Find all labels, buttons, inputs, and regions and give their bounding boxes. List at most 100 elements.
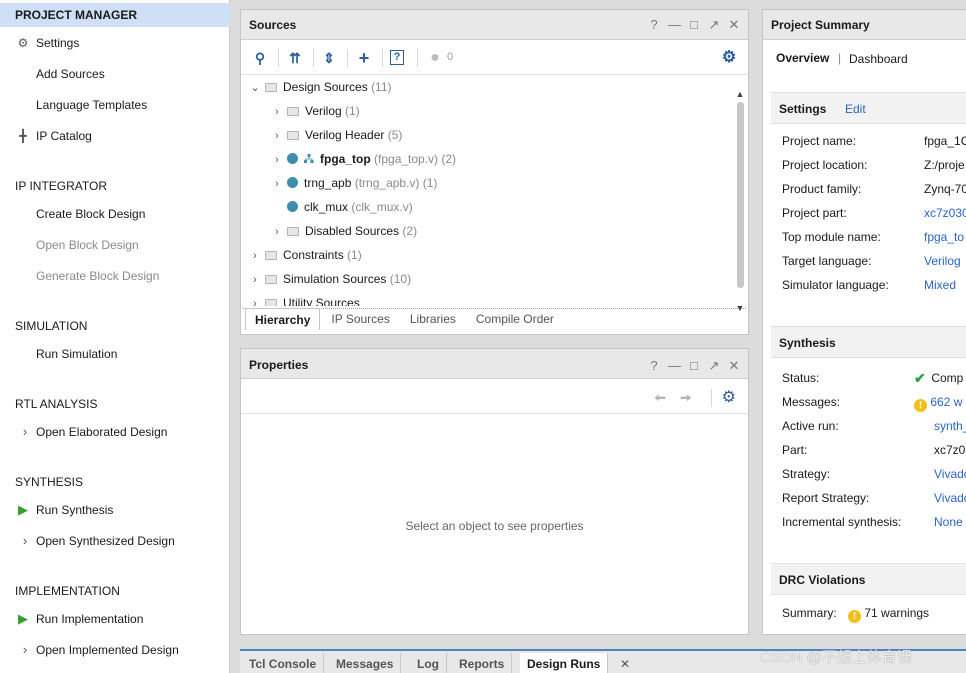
sources-toolbar: ⚲ ⇈ ⇕ + ? ● 0 ⚙: [241, 41, 748, 75]
simulator-language-link[interactable]: Mixed: [924, 275, 956, 295]
nav-generate-block-design[interactable]: Generate Block Design: [0, 264, 230, 288]
close-icon[interactable]: ✕: [620, 657, 630, 671]
nav-settings[interactable]: ⚙ Settings: [0, 31, 230, 55]
expand-all-icon[interactable]: ⇕: [320, 49, 338, 67]
project-name-value: fpga_1C: [924, 134, 966, 148]
status-label: Status:: [782, 371, 820, 385]
nav-ip-catalog[interactable]: ╋ IP Catalog: [0, 124, 230, 148]
tree-design-sources[interactable]: ⌄ Design Sources (11): [249, 76, 391, 99]
settings-section-header: Settings Edit: [771, 92, 966, 124]
chevron-down-icon[interactable]: ⌄: [249, 77, 261, 99]
section-ip-integrator[interactable]: IP INTEGRATOR: [0, 174, 230, 198]
tree-label: Design Sources: [283, 80, 368, 94]
section-rtl-analysis[interactable]: RTL ANALYSIS: [0, 392, 230, 416]
tree-trng-apb[interactable]: › trng_apb (trng_apb.v) (1): [271, 172, 437, 194]
section-project-manager[interactable]: PROJECT MANAGER: [0, 3, 230, 27]
nav-settings-label: Settings: [36, 36, 80, 50]
section-synthesis[interactable]: SYNTHESIS: [0, 470, 230, 494]
help-icon[interactable]: ?: [648, 17, 660, 33]
scroll-down-icon[interactable]: ▼: [734, 302, 746, 314]
tab-libraries[interactable]: Libraries: [401, 308, 465, 330]
tree-simulation-sources[interactable]: › Simulation Sources (10): [249, 268, 411, 290]
incremental-link[interactable]: None: [934, 512, 963, 532]
properties-toolbar: 🠨 🠪 ⚙: [241, 380, 748, 414]
nav-open-implemented-design[interactable]: › Open Implemented Design: [0, 638, 230, 662]
add-sources-icon[interactable]: +: [355, 49, 373, 67]
tree-utility-sources[interactable]: › Utility Sources: [249, 292, 360, 306]
project-part-label: Project part:: [782, 206, 847, 220]
tab-log[interactable]: Log: [410, 653, 447, 673]
tree-detail: (clk_mux.v): [351, 200, 413, 214]
scroll-up-icon[interactable]: ▲: [734, 88, 746, 100]
chevron-right-icon[interactable]: ›: [249, 269, 261, 291]
tab-reports[interactable]: Reports: [452, 653, 513, 673]
gear-icon: ⚙: [17, 36, 29, 50]
tab-overview[interactable]: Overview: [776, 51, 829, 65]
nav-create-block-design[interactable]: Create Block Design: [0, 202, 230, 226]
nav-open-synthesized-design[interactable]: › Open Synthesized Design: [0, 529, 230, 553]
close-icon[interactable]: ✕: [728, 17, 740, 33]
chevron-right-icon[interactable]: ›: [271, 149, 283, 171]
tree-clk-mux[interactable]: clk_mux (clk_mux.v): [283, 196, 413, 218]
close-icon[interactable]: ✕: [728, 358, 740, 374]
tab-hierarchy[interactable]: Hierarchy: [245, 308, 321, 330]
settings-edit-link[interactable]: Edit: [845, 102, 866, 116]
tree-scrollbar[interactable]: ▲ ▼: [734, 88, 746, 314]
tab-dashboard[interactable]: Dashboard: [849, 52, 908, 66]
nav-run-implementation[interactable]: ▶ Run Implementation: [0, 607, 230, 631]
maximize-icon[interactable]: □: [688, 358, 700, 374]
strategy-link[interactable]: Vivado: [934, 464, 966, 484]
project-summary-panel: Project Summary Overview | Dashboard Set…: [762, 9, 966, 635]
tab-tcl-console[interactable]: Tcl Console: [242, 653, 325, 673]
tab-compile-order[interactable]: Compile Order: [467, 308, 563, 330]
help-icon[interactable]: ?: [648, 358, 660, 374]
nav-run-simulation[interactable]: Run Simulation: [0, 342, 230, 366]
search-icon[interactable]: ⚲: [251, 49, 269, 67]
minimize-icon[interactable]: —: [668, 17, 681, 33]
nav-language-templates[interactable]: Language Templates: [0, 93, 230, 117]
source-info-icon[interactable]: ?: [390, 50, 404, 65]
section-simulation[interactable]: SIMULATION: [0, 314, 230, 338]
float-icon[interactable]: ↗: [708, 358, 720, 374]
messages-value: ! 662 w: [914, 392, 962, 412]
messages-link[interactable]: 662 w: [930, 395, 962, 409]
tree-disabled-sources[interactable]: › Disabled Sources (2): [271, 220, 417, 242]
tab-ip-sources[interactable]: IP Sources: [322, 308, 398, 330]
gear-icon[interactable]: ⚙: [722, 387, 736, 407]
chevron-right-icon[interactable]: ›: [271, 173, 283, 195]
project-part-link[interactable]: xc7z030: [924, 203, 966, 223]
tree-verilog[interactable]: › Verilog (1): [271, 100, 360, 122]
tree-constraints[interactable]: › Constraints (1): [249, 244, 362, 266]
chevron-right-icon[interactable]: ›: [271, 101, 283, 123]
maximize-icon[interactable]: □: [688, 17, 700, 33]
forward-arrow-icon[interactable]: 🠪: [680, 388, 692, 413]
drc-summary-text[interactable]: 71 warnings: [864, 606, 929, 620]
top-module-link[interactable]: fpga_to: [924, 227, 964, 247]
back-arrow-icon[interactable]: 🠨: [654, 388, 666, 413]
nav-open-elaborated-design[interactable]: › Open Elaborated Design: [0, 420, 230, 444]
minimize-icon[interactable]: —: [668, 358, 681, 374]
gear-icon[interactable]: ⚙: [720, 49, 738, 67]
tree-fpga-top[interactable]: › fpga_top (fpga_top.v) (2): [271, 148, 456, 170]
collapse-all-icon[interactable]: ⇈: [286, 49, 304, 67]
tab-messages[interactable]: Messages: [329, 653, 402, 673]
report-strategy-link[interactable]: Vivado: [934, 488, 966, 508]
tab-design-runs[interactable]: Design Runs: [520, 653, 609, 673]
chevron-right-icon[interactable]: ›: [249, 245, 261, 267]
nav-open-block-design[interactable]: Open Block Design: [0, 233, 230, 257]
active-run-link[interactable]: synth_: [934, 416, 966, 436]
chevron-right-icon[interactable]: ›: [249, 293, 261, 306]
properties-panel: Properties ? — □ ↗ ✕ 🠨 🠪 ⚙ Select an obj…: [240, 348, 749, 635]
chevron-right-icon[interactable]: ›: [271, 221, 283, 243]
section-implementation[interactable]: IMPLEMENTATION: [0, 579, 230, 603]
tree-label: Utility Sources: [283, 296, 360, 306]
tree-verilog-header[interactable]: › Verilog Header (5): [271, 124, 402, 146]
module-icon: [287, 177, 298, 188]
project-summary-header: Project Summary: [763, 10, 966, 40]
target-language-link[interactable]: Verilog: [924, 251, 961, 271]
chevron-right-icon[interactable]: ›: [271, 125, 283, 147]
float-icon[interactable]: ↗: [708, 17, 720, 33]
nav-add-sources[interactable]: Add Sources: [0, 62, 230, 86]
nav-run-synthesis[interactable]: ▶ Run Synthesis: [0, 498, 230, 522]
scroll-thumb[interactable]: [737, 102, 744, 288]
